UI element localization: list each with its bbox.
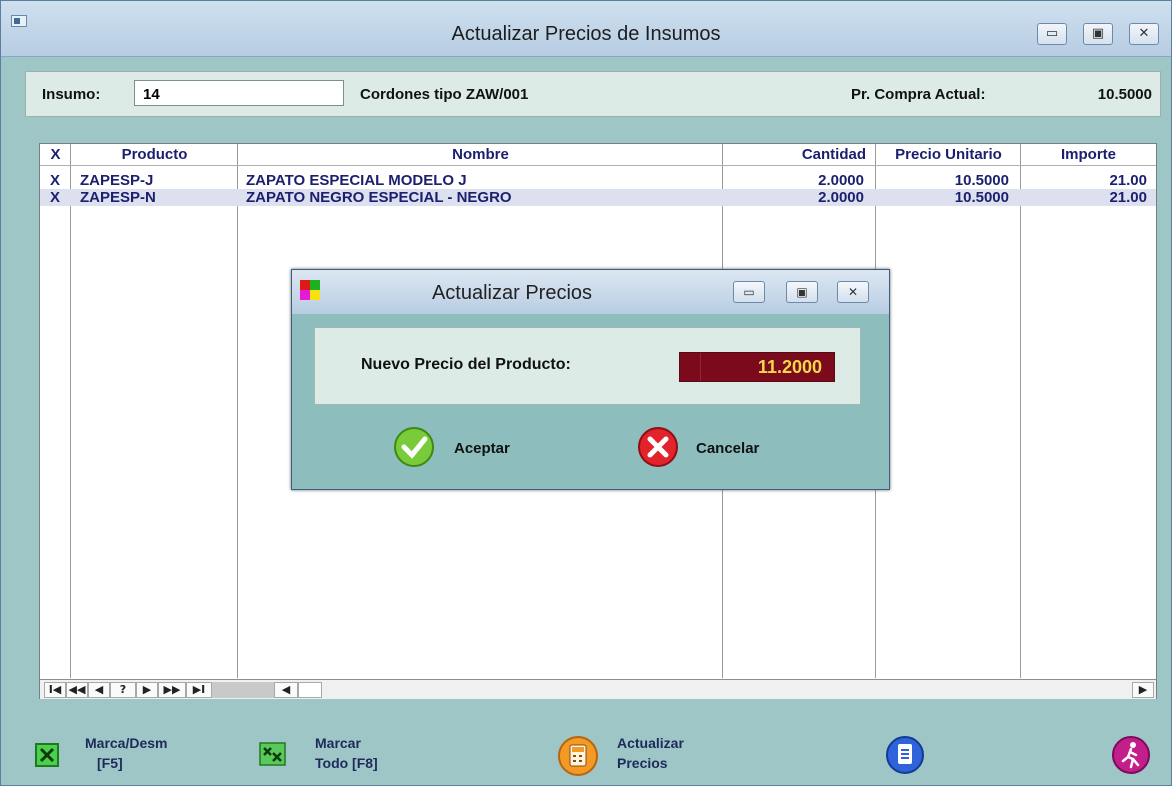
row-producto: ZAPESP-J xyxy=(80,172,154,189)
actualizar-label-2: Precios xyxy=(617,755,668,771)
check-icon xyxy=(394,427,434,467)
mark-all-icon xyxy=(259,742,286,766)
row-nombre: ZAPATO ESPECIAL MODELO J xyxy=(246,172,467,189)
header-precio-unitario[interactable]: Precio Unitario xyxy=(876,144,1021,166)
title-bar[interactable]: Actualizar Precios de Insumos ▭ ▣ ✕ xyxy=(1,1,1171,57)
row-mark: X xyxy=(50,189,61,206)
marca-desm-shortcut: [F5] xyxy=(97,755,123,771)
marca-desm-button[interactable]: Marca/Desm [F5] xyxy=(35,729,215,779)
calculator-icon xyxy=(558,736,598,776)
minimize-button[interactable]: ▭ xyxy=(1037,23,1067,45)
row-nombre: ZAPATO NEGRO ESPECIAL - NEGRO xyxy=(246,189,512,206)
cancel-button[interactable]: Cancelar xyxy=(636,425,806,469)
row-importe: 21.00 xyxy=(1109,172,1147,189)
row-importe: 21.00 xyxy=(1109,189,1147,206)
main-window: Actualizar Precios de Insumos ▭ ▣ ✕ Insu… xyxy=(0,0,1172,786)
nav-next-button[interactable]: ▶ xyxy=(136,682,158,698)
nav-prev-page-button[interactable]: ◀◀ xyxy=(66,682,88,698)
dialog-title-bar[interactable]: Actualizar Precios ▭ ▣ ✕ xyxy=(292,270,889,314)
nav-first-button[interactable]: I◀ xyxy=(44,682,66,698)
grid-navigator: I◀ ◀◀ ◀ ? ▶ ▶▶ ▶I ◀ ▶ xyxy=(40,679,1156,699)
bottom-toolbar: Marca/Desm [F5] Marcar Todo [F8] Actuali… xyxy=(1,721,1171,785)
actualizar-precios-button[interactable]: Actualizar Precios xyxy=(557,729,757,779)
insumo-label: Insumo: xyxy=(42,86,101,103)
maximize-button[interactable]: ▣ xyxy=(1083,23,1113,45)
scrollbar-track-left xyxy=(212,682,274,698)
header-nombre[interactable]: Nombre xyxy=(238,144,723,166)
row-mark: X xyxy=(50,172,61,189)
accept-label: Aceptar xyxy=(454,440,510,457)
close-button[interactable]: ✕ xyxy=(1129,23,1159,45)
row-producto: ZAPESP-N xyxy=(80,189,156,206)
cancel-x-icon xyxy=(638,427,678,467)
accept-button[interactable]: Aceptar xyxy=(392,425,552,469)
col-x xyxy=(40,144,71,678)
insumo-description: Cordones tipo ZAW/001 xyxy=(360,86,529,103)
table-row[interactable]: X ZAPESP-N ZAPATO NEGRO ESPECIAL - NEGRO… xyxy=(40,189,1156,206)
scroll-right-button[interactable]: ▶ xyxy=(1132,682,1154,698)
dialog-title: Actualizar Precios xyxy=(431,282,593,304)
insumo-input[interactable]: 14 xyxy=(134,80,344,106)
exit-walking-icon xyxy=(1112,736,1150,774)
dialog-close-button[interactable]: ✕ xyxy=(837,281,869,303)
price-value: 10.5000 xyxy=(1097,86,1152,103)
new-price-label: Nuevo Precio del Producto: xyxy=(361,356,571,373)
price-label: Pr. Compra Actual: xyxy=(851,86,986,103)
report-button[interactable] xyxy=(885,729,929,779)
window-title: Actualizar Precios de Insumos xyxy=(451,23,721,45)
header-importe[interactable]: Importe xyxy=(1021,144,1156,166)
update-price-dialog: Actualizar Precios ▭ ▣ ✕ Nuevo Precio de… xyxy=(291,269,890,490)
new-price-panel: Nuevo Precio del Producto: 11.2000 xyxy=(314,327,861,405)
new-price-value: 11.2000 xyxy=(757,357,822,377)
nav-prev-button[interactable]: ◀ xyxy=(88,682,110,698)
new-price-input[interactable]: 11.2000 xyxy=(679,352,835,382)
header-x[interactable]: X xyxy=(40,144,71,166)
cancel-label: Cancelar xyxy=(696,440,760,457)
insumo-header: Insumo: 14 Cordones tipo ZAW/001 Pr. Com… xyxy=(25,71,1161,117)
header-cantidad[interactable]: Cantidad xyxy=(723,144,876,166)
col-precio xyxy=(876,144,1021,678)
document-icon xyxy=(886,736,924,774)
marcar-todo-label: Marcar xyxy=(315,735,361,751)
actualizar-label: Actualizar xyxy=(617,735,684,751)
dialog-maximize-button[interactable]: ▣ xyxy=(786,281,818,303)
table-row[interactable]: X ZAPESP-J ZAPATO ESPECIAL MODELO J 2.00… xyxy=(40,172,1156,189)
row-precio: 10.5000 xyxy=(954,172,1009,189)
row-cantidad: 2.0000 xyxy=(818,172,864,189)
col-producto xyxy=(71,144,238,678)
marcar-todo-button[interactable]: Marcar Todo [F8] xyxy=(259,729,439,779)
row-cantidad: 2.0000 xyxy=(818,189,864,206)
nav-next-page-button[interactable]: ▶▶ xyxy=(158,682,186,698)
scroll-thumb[interactable] xyxy=(298,682,322,698)
dialog-minimize-button[interactable]: ▭ xyxy=(733,281,765,303)
nav-find-button[interactable]: ? xyxy=(110,682,136,698)
marcar-todo-shortcut: Todo [F8] xyxy=(315,755,378,771)
marca-desm-label: Marca/Desm xyxy=(85,735,168,751)
nav-last-button[interactable]: ▶I xyxy=(186,682,212,698)
header-producto[interactable]: Producto xyxy=(71,144,238,166)
exit-button[interactable] xyxy=(1111,729,1155,779)
row-precio: 10.5000 xyxy=(954,189,1009,206)
scroll-left-button[interactable]: ◀ xyxy=(274,682,298,698)
mark-icon xyxy=(35,743,59,767)
